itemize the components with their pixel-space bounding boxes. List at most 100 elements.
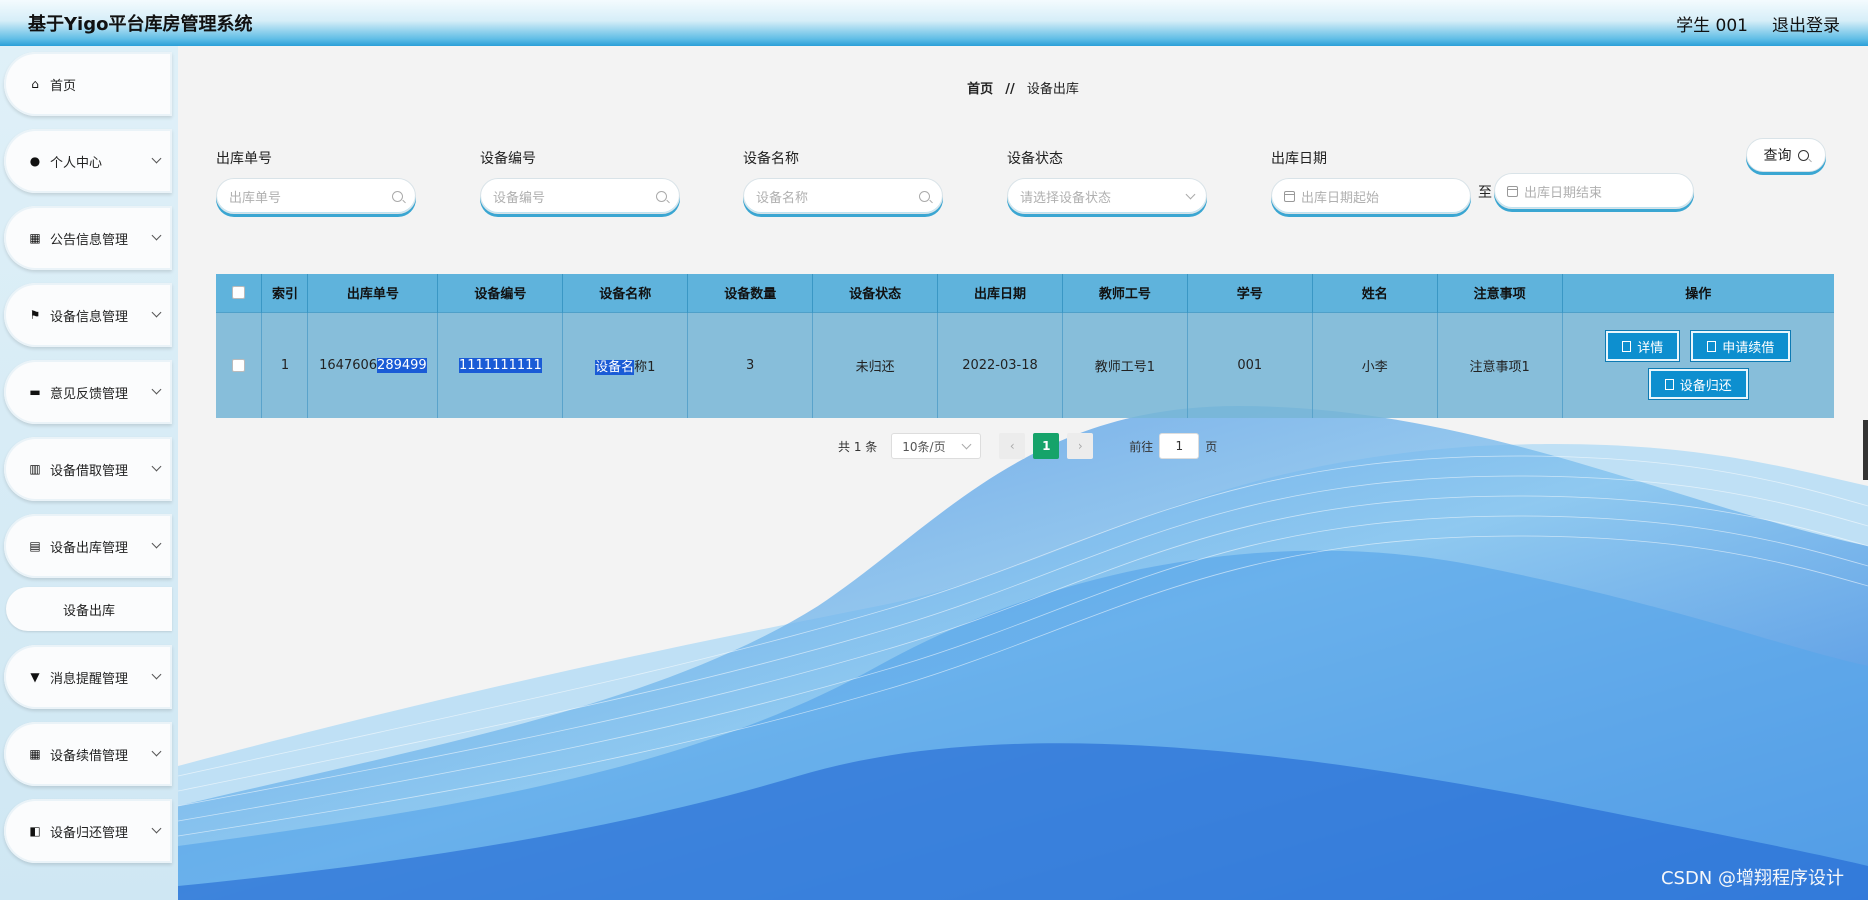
sidebar-item-label: 公告信息管理 [50, 232, 129, 248]
bell-icon: ▼ [30, 670, 40, 684]
sidebar-item-device-renew[interactable]: ▦ 设备续借管理 [4, 722, 172, 786]
chevron-down-icon [961, 439, 972, 449]
cell-teacher-id: 教师工号1 [1062, 311, 1188, 418]
sidebar-subitem-device-outbound[interactable]: 设备出库 [6, 587, 172, 631]
clipboard-icon: ▤ [29, 539, 41, 553]
sidebar-item-message-reminder[interactable]: ▼ 消息提醒管理 [4, 645, 172, 709]
goto-page-input[interactable]: 1 [1159, 433, 1200, 459]
sidebar-item-device-outbound[interactable]: ▤ 设备出库管理 [4, 514, 172, 578]
sidebar-item-label: 个人中心 [50, 155, 103, 171]
sidebar-item-device-borrow[interactable]: ▥ 设备借取管理 [4, 437, 172, 501]
calendar-icon [1284, 190, 1295, 202]
document-icon [1664, 378, 1674, 390]
chevron-down-icon [151, 746, 162, 757]
query-button[interactable]: 查询 [1746, 138, 1826, 172]
chevron-down-icon [151, 230, 162, 241]
chevron-down-icon [151, 669, 162, 680]
column-header: 设备名称 [562, 274, 689, 312]
return-icon: ◧ [29, 824, 41, 838]
filter-device-no: 设备编号 设备编号 [480, 148, 680, 214]
row-checkbox[interactable] [232, 358, 246, 372]
column-header: 学号 [1187, 274, 1313, 312]
table-row: 1 1647606289499 1111111111 设备名称1 3 未归还 2… [216, 311, 1834, 418]
date-range-separator: 至 [1478, 185, 1492, 201]
table-header-row: 索引 出库单号 设备编号 设备名称 设备数量 设备状态 出库日期 教师工号 学号… [216, 274, 1834, 312]
sidebar-item-label: 设备信息管理 [50, 309, 129, 325]
date-end-input[interactable]: 出库日期结束 [1494, 173, 1694, 209]
filter-order-no: 出库单号 出库单号 [216, 148, 416, 214]
sidebar-item-label: 设备出库管理 [50, 540, 129, 556]
sidebar-item-feedback[interactable]: ▬ 意见反馈管理 [4, 360, 172, 424]
device-status-select[interactable]: 请选择设备状态 [1007, 178, 1207, 214]
page-number-button[interactable]: 1 [1033, 433, 1060, 459]
cell-device-name: 设备名称1 [562, 311, 689, 418]
flag-icon: ⚑ [29, 308, 41, 322]
sidebar-item-device-return[interactable]: ◧ 设备归还管理 [4, 799, 172, 863]
apply-renew-button[interactable]: 申请续借 [1691, 331, 1791, 362]
sidebar-item-home[interactable]: ⌂ 首页 [4, 52, 172, 116]
chevron-down-icon [151, 153, 162, 164]
chevron-down-icon [151, 538, 162, 549]
select-all-checkbox[interactable] [232, 286, 246, 300]
column-header: 教师工号 [1062, 274, 1188, 312]
cell-actions: 详情 申请续借 设备归还 [1562, 311, 1834, 418]
filter-label: 出库单号 [216, 151, 272, 167]
return-device-button[interactable]: 设备归还 [1648, 369, 1748, 400]
cell-name: 小李 [1312, 311, 1438, 418]
chevron-down-icon [151, 307, 162, 318]
column-header: 设备编号 [437, 274, 564, 312]
select-all-cell[interactable] [216, 274, 263, 312]
row-select-cell[interactable] [216, 311, 263, 418]
column-header: 出库单号 [307, 274, 439, 312]
cell-index: 1 [261, 311, 309, 418]
scrollbar-handle[interactable] [1863, 420, 1868, 480]
sidebar-item-label: 设备借取管理 [50, 463, 129, 479]
sidebar-item-label: 消息提醒管理 [50, 671, 129, 687]
device-name-input[interactable]: 设备名称 [743, 178, 943, 214]
bar-chart-icon: ▥ [29, 462, 41, 476]
sidebar-item-device-info[interactable]: ⚑ 设备信息管理 [4, 283, 172, 347]
user-icon: ● [29, 154, 41, 168]
cell-notes: 注意事项1 [1437, 311, 1563, 418]
top-header: 基于Yigo平台库房管理系统 学生 001 退出登录 [0, 0, 1868, 46]
column-header: 出库日期 [937, 274, 1063, 312]
sidebar-item-personal-center[interactable]: ● 个人中心 [4, 129, 172, 193]
device-no-input[interactable]: 设备编号 [480, 178, 680, 214]
prev-page-button[interactable]: ‹ [999, 433, 1026, 459]
total-count: 共 1 条 [838, 439, 878, 454]
cell-status: 未归还 [812, 311, 939, 418]
breadcrumb-home[interactable]: 首页 [967, 82, 993, 97]
filter-outbound-date: 出库日期 出库日期起始 [1271, 148, 1471, 214]
breadcrumb: 首页 // 设备出库 [178, 78, 1868, 97]
date-start-input[interactable]: 出库日期起始 [1271, 178, 1471, 214]
page-unit-label: 页 [1205, 439, 1218, 454]
filter-label: 出库日期 [1271, 151, 1327, 167]
chevron-down-icon [1185, 189, 1196, 199]
breadcrumb-current: 设备出库 [1026, 82, 1079, 97]
page-size-select[interactable]: 10条/页 [891, 433, 982, 459]
sidebar-item-label: 设备续借管理 [50, 748, 129, 764]
next-page-button[interactable]: › [1067, 433, 1094, 459]
document-icon [1707, 340, 1717, 352]
cell-quantity: 3 [687, 311, 814, 418]
cell-device-no: 1111111111 [437, 311, 564, 418]
watermark: CSDN @增翔程序设计 [1660, 868, 1844, 889]
breadcrumb-separator: // [1005, 82, 1015, 97]
order-no-input[interactable]: 出库单号 [216, 178, 416, 214]
outbound-table: 索引 出库单号 设备编号 设备名称 设备数量 设备状态 出库日期 教师工号 学号… [216, 274, 1834, 418]
filter-label: 设备状态 [1007, 151, 1063, 167]
filter-device-status: 设备状态 请选择设备状态 [1007, 148, 1207, 214]
filter-device-name: 设备名称 设备名称 [743, 148, 943, 214]
detail-button[interactable]: 详情 [1606, 331, 1680, 362]
sidebar-item-notice-management[interactable]: ▦ 公告信息管理 [4, 206, 172, 270]
main-content: 首页 // 设备出库 出库单号 出库单号 设备编号 设备编号 设备名称 设备名称 [178, 46, 1868, 900]
logout-link[interactable]: 退出登录 [1772, 11, 1840, 36]
app-title: 基于Yigo平台库房管理系统 [28, 14, 253, 35]
sidebar-item-label: 首页 [50, 78, 77, 94]
cell-student-id: 001 [1187, 311, 1313, 418]
search-icon [919, 190, 930, 202]
sidebar: ⌂ 首页 ● 个人中心 ▦ 公告信息管理 ⚑ 设备信息管理 ▬ 意见反馈管理 ▥… [0, 46, 178, 900]
header-user-area: 学生 001 退出登录 [1676, 11, 1840, 36]
search-icon [656, 190, 667, 202]
current-user[interactable]: 学生 001 [1676, 11, 1748, 36]
